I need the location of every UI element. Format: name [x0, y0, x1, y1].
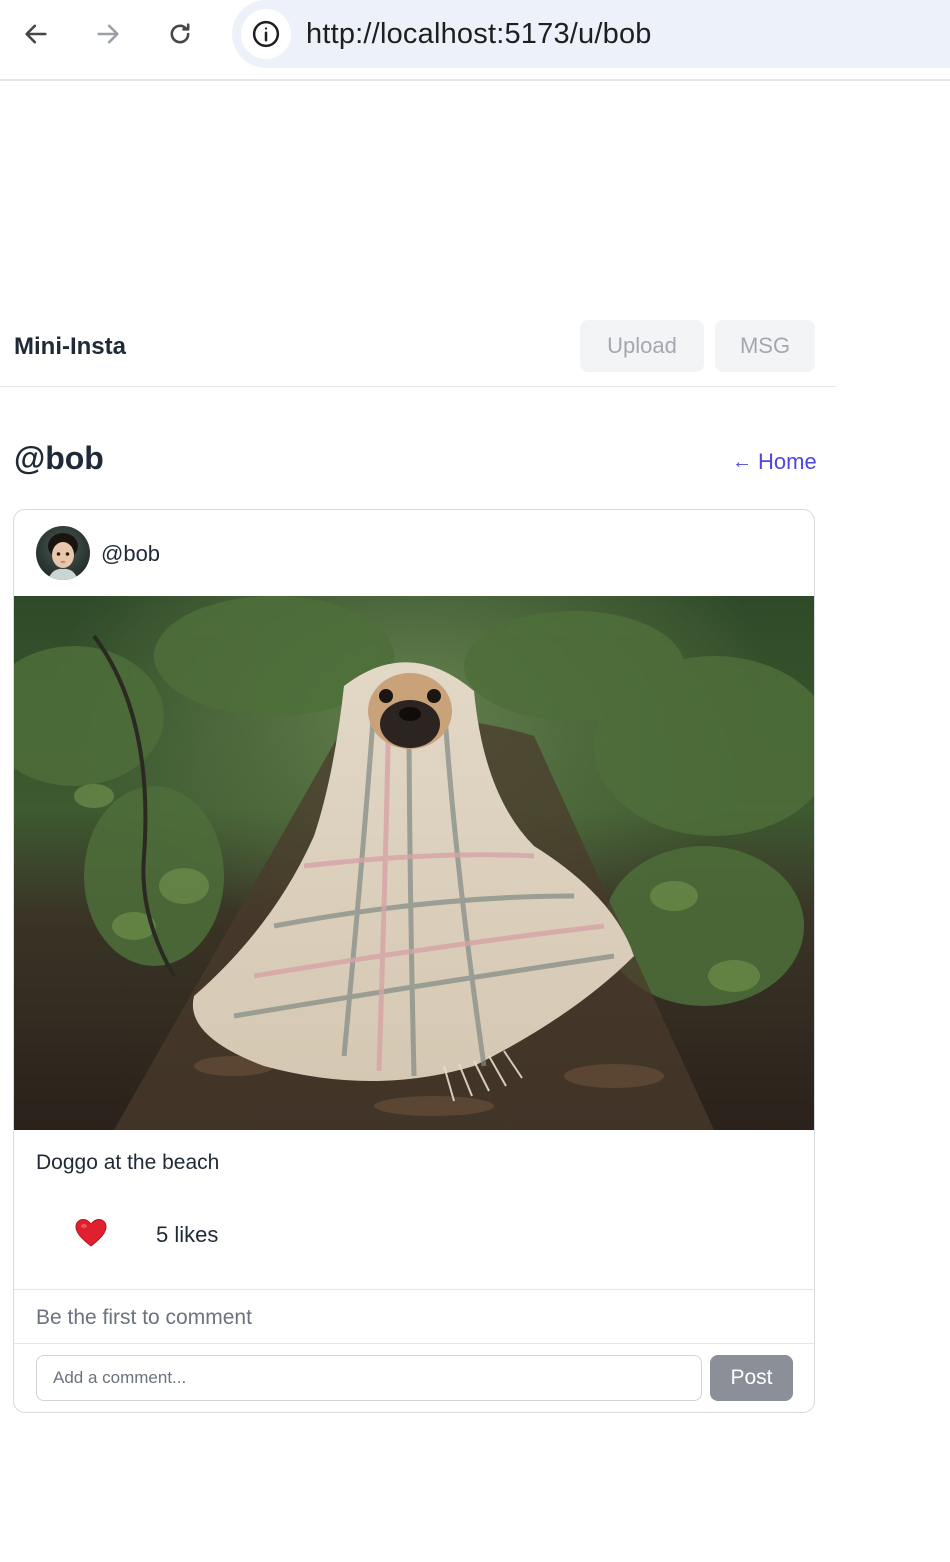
post-card: @bob Doggo at the beach 5 likes Be the f… — [13, 509, 815, 1413]
msg-button[interactable]: MSG — [715, 320, 815, 372]
arrow-left-icon — [25, 24, 47, 44]
post-comment-button[interactable]: Post — [710, 1355, 793, 1401]
url-text[interactable]: http://localhost:5173/u/bob — [306, 18, 652, 51]
heart-icon — [75, 1218, 107, 1247]
upload-button[interactable]: Upload — [580, 320, 704, 372]
home-link[interactable]: ← Home — [732, 449, 817, 475]
post-caption: Doggo at the beach — [36, 1151, 220, 1174]
forward-button[interactable] — [88, 14, 128, 54]
app-header: Mini-Insta Upload MSG — [0, 318, 836, 387]
reload-button[interactable] — [160, 14, 200, 54]
browser-toolbar: http://localhost:5173/u/bob — [0, 0, 950, 81]
site-info-button[interactable] — [241, 9, 291, 59]
avatar[interactable] — [36, 526, 90, 580]
reload-icon — [170, 23, 190, 44]
like-count: 5 likes — [156, 1222, 219, 1247]
brand-logo[interactable]: Mini-Insta — [14, 333, 126, 361]
page-title: @bob — [14, 440, 104, 476]
post-username[interactable]: @bob — [101, 541, 160, 567]
address-bar[interactable]: http://localhost:5173/u/bob — [232, 0, 950, 68]
arrow-right-icon — [97, 24, 119, 44]
back-button[interactable] — [16, 14, 56, 54]
divider — [14, 1289, 814, 1290]
comments-empty-text: Be the first to comment — [36, 1306, 252, 1329]
comment-input[interactable] — [36, 1355, 702, 1401]
divider — [14, 1343, 814, 1344]
home-link-label: Home — [758, 449, 817, 474]
post-header: @bob — [14, 510, 814, 596]
post-image[interactable] — [14, 596, 814, 1130]
like-button[interactable] — [72, 1214, 110, 1252]
info-icon — [252, 20, 280, 48]
like-row: 5 likes — [14, 1210, 814, 1260]
arrow-left-icon: ← — [732, 450, 752, 473]
